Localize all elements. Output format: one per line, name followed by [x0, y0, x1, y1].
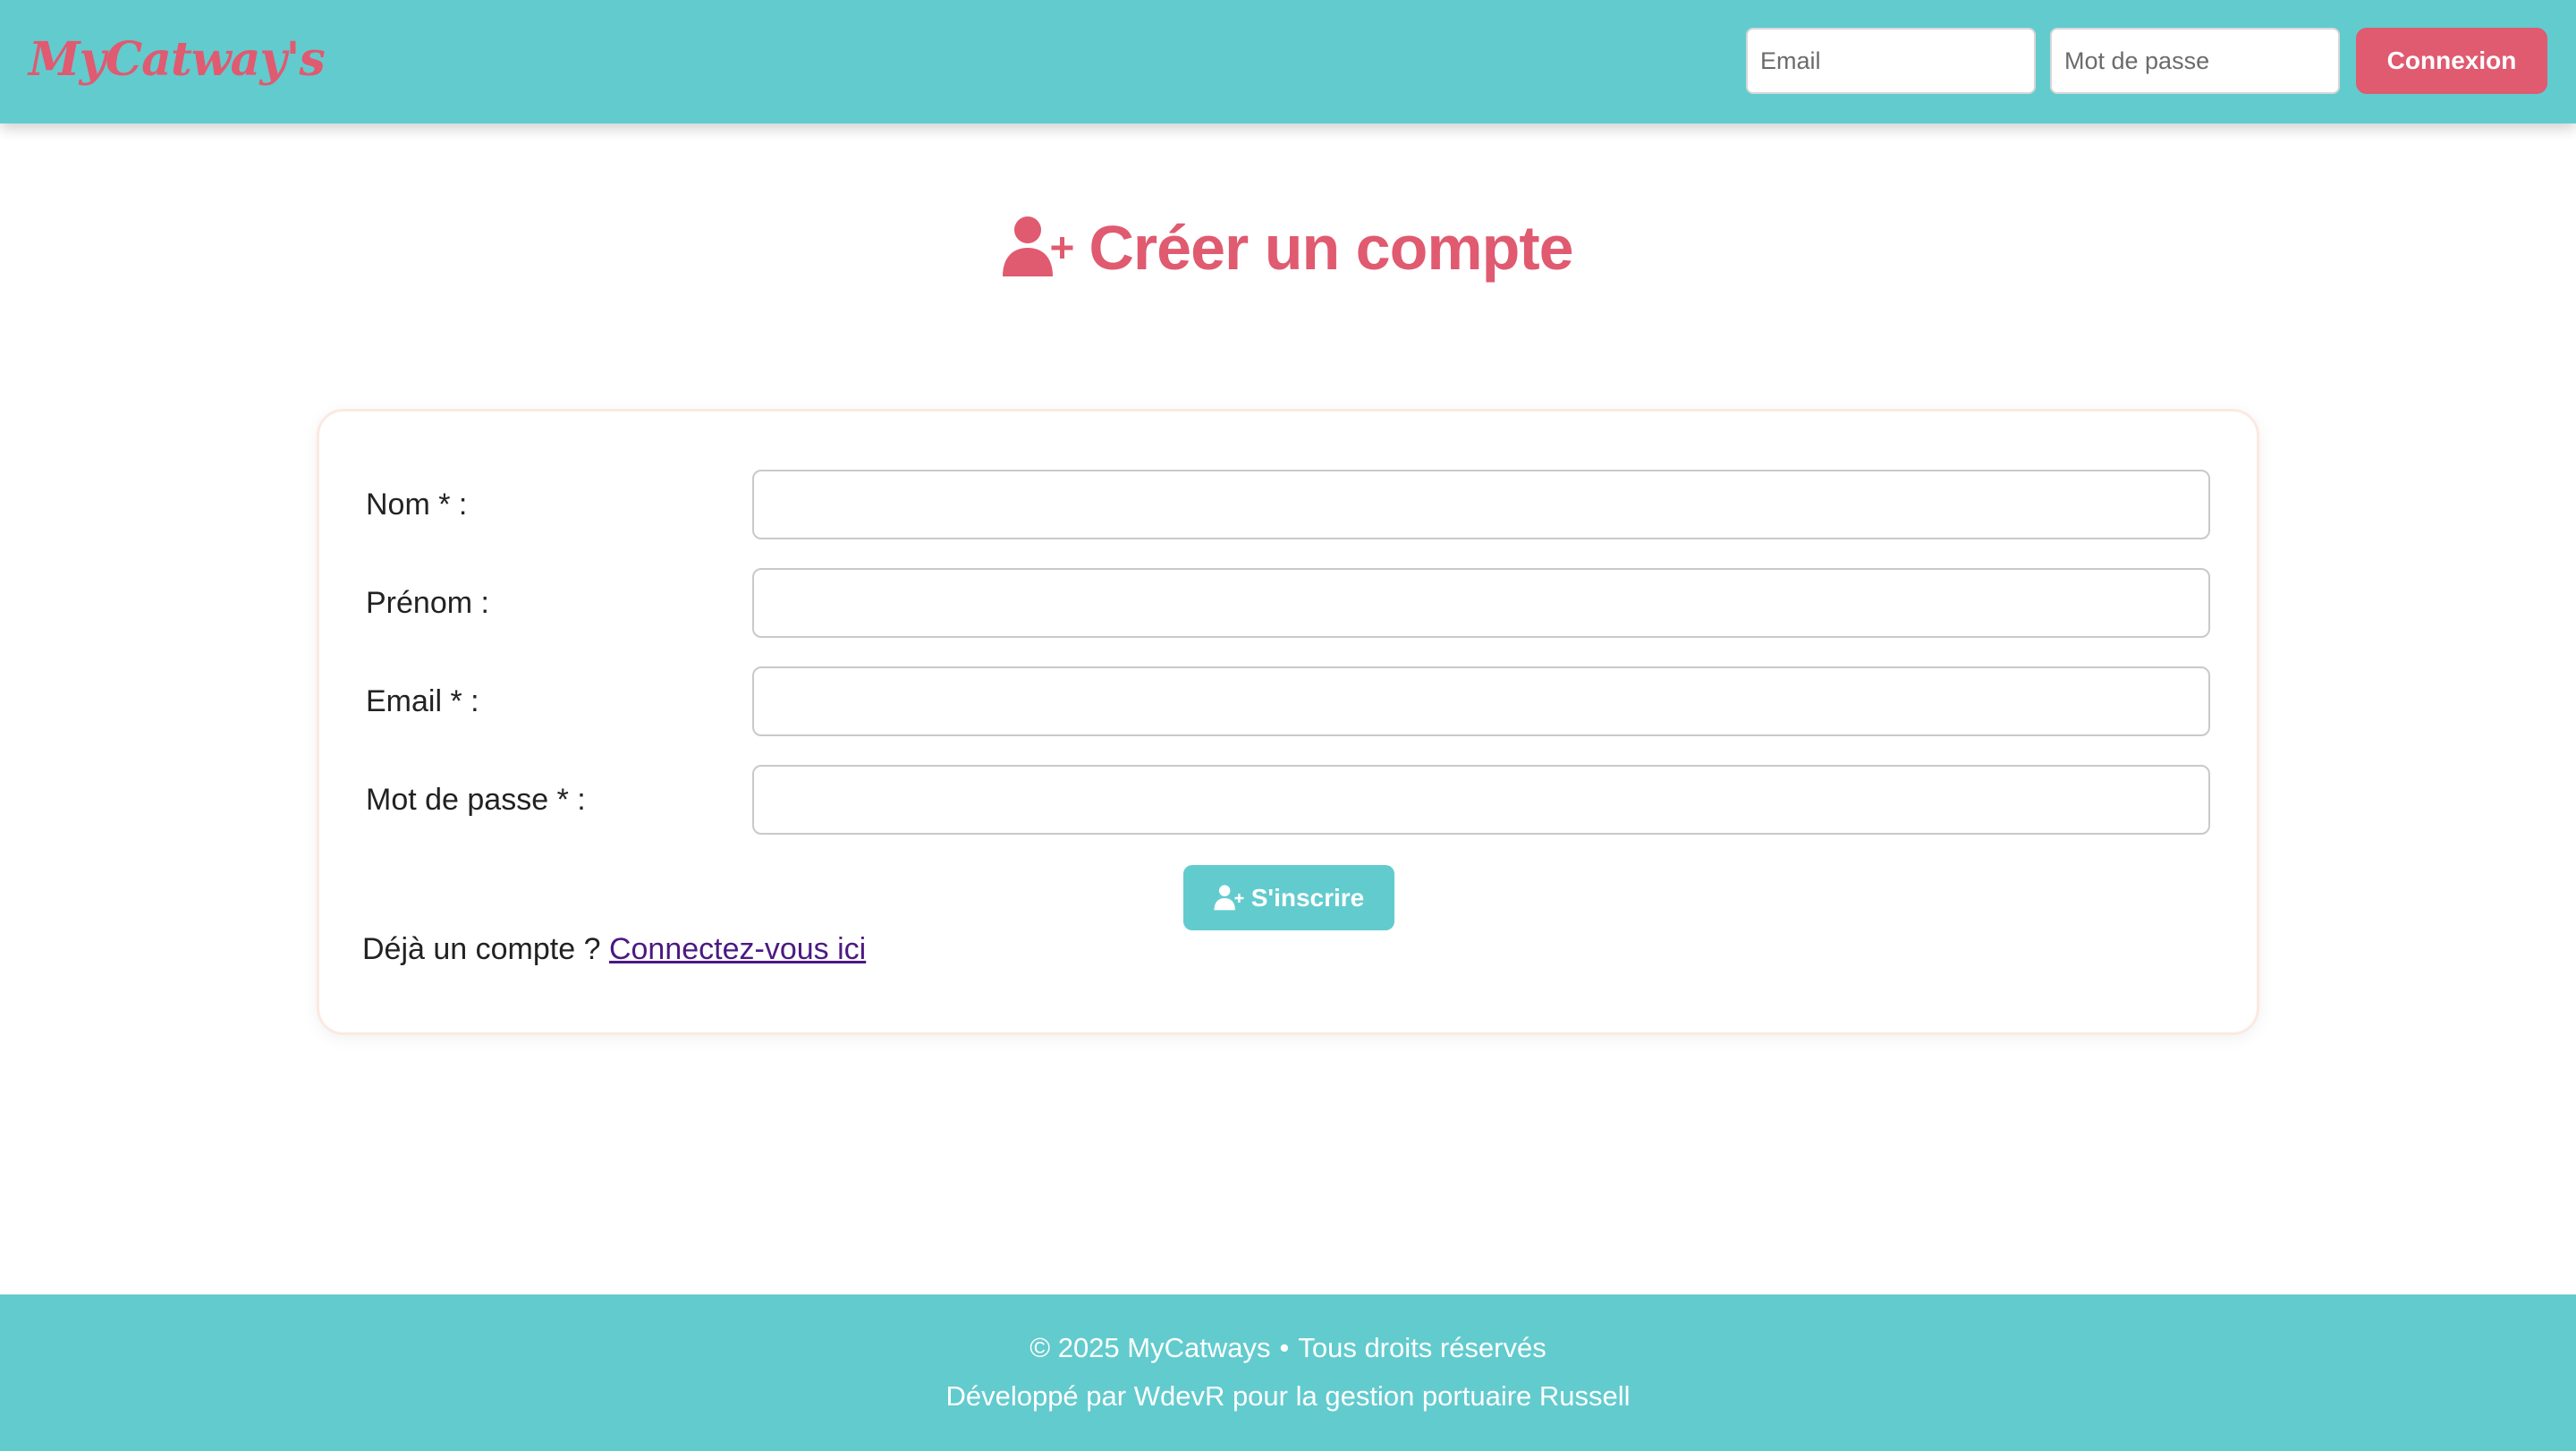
- form-row-password: Mot de passe * :: [319, 765, 2257, 835]
- prenom-input[interactable]: [752, 568, 2210, 638]
- user-plus-icon: [1214, 884, 1244, 910]
- prenom-label: Prénom :: [366, 586, 489, 620]
- user-plus-icon: [1003, 216, 1073, 276]
- password-input[interactable]: [752, 765, 2210, 835]
- email-label: Email * :: [366, 684, 479, 718]
- brand-logo[interactable]: MyCatway's: [29, 32, 326, 87]
- footer-copyright: © 2025 MyCatways: [1030, 1332, 1271, 1363]
- footer-credit: Développé par WdevR pour la gestion port…: [945, 1380, 1631, 1412]
- login-hint: Déjà un compte ? Connectez-vous ici: [362, 932, 866, 967]
- form-row-prenom: Prénom :: [319, 568, 2257, 638]
- password-label: Mot de passe * :: [366, 783, 586, 817]
- header-login-button[interactable]: Connexion: [2356, 28, 2547, 94]
- already-account-text: Déjà un compte ?: [362, 932, 601, 966]
- header-email-input[interactable]: [1746, 28, 2036, 94]
- footer: © 2025 MyCatways • Tous droits réservés Dé…: [0, 1294, 2576, 1451]
- footer-rights: Tous droits réservés: [1298, 1332, 1546, 1363]
- nom-input[interactable]: [752, 470, 2210, 539]
- page-title: Créer un compte: [0, 208, 2576, 288]
- signup-card: Nom * : Prénom : Email * : Mot de passe …: [317, 409, 2259, 1035]
- page-heading: Créer un compte: [1089, 213, 1573, 283]
- form-row-nom: Nom * :: [319, 470, 2257, 539]
- email-input[interactable]: [752, 666, 2210, 736]
- header-password-input[interactable]: [2050, 28, 2340, 94]
- navbar: MyCatway's Connexion: [0, 0, 2576, 123]
- footer-separator: •: [1279, 1332, 1290, 1363]
- login-link[interactable]: Connectez-vous ici: [609, 932, 866, 966]
- signup-button-label: S'inscrire: [1250, 883, 1365, 912]
- signup-button[interactable]: S'inscrire: [1183, 865, 1394, 930]
- footer-copyright-line: © 2025 MyCatways • Tous droits réservés: [0, 1332, 2576, 1364]
- nom-label: Nom * :: [366, 488, 468, 522]
- form-row-email: Email * :: [319, 666, 2257, 736]
